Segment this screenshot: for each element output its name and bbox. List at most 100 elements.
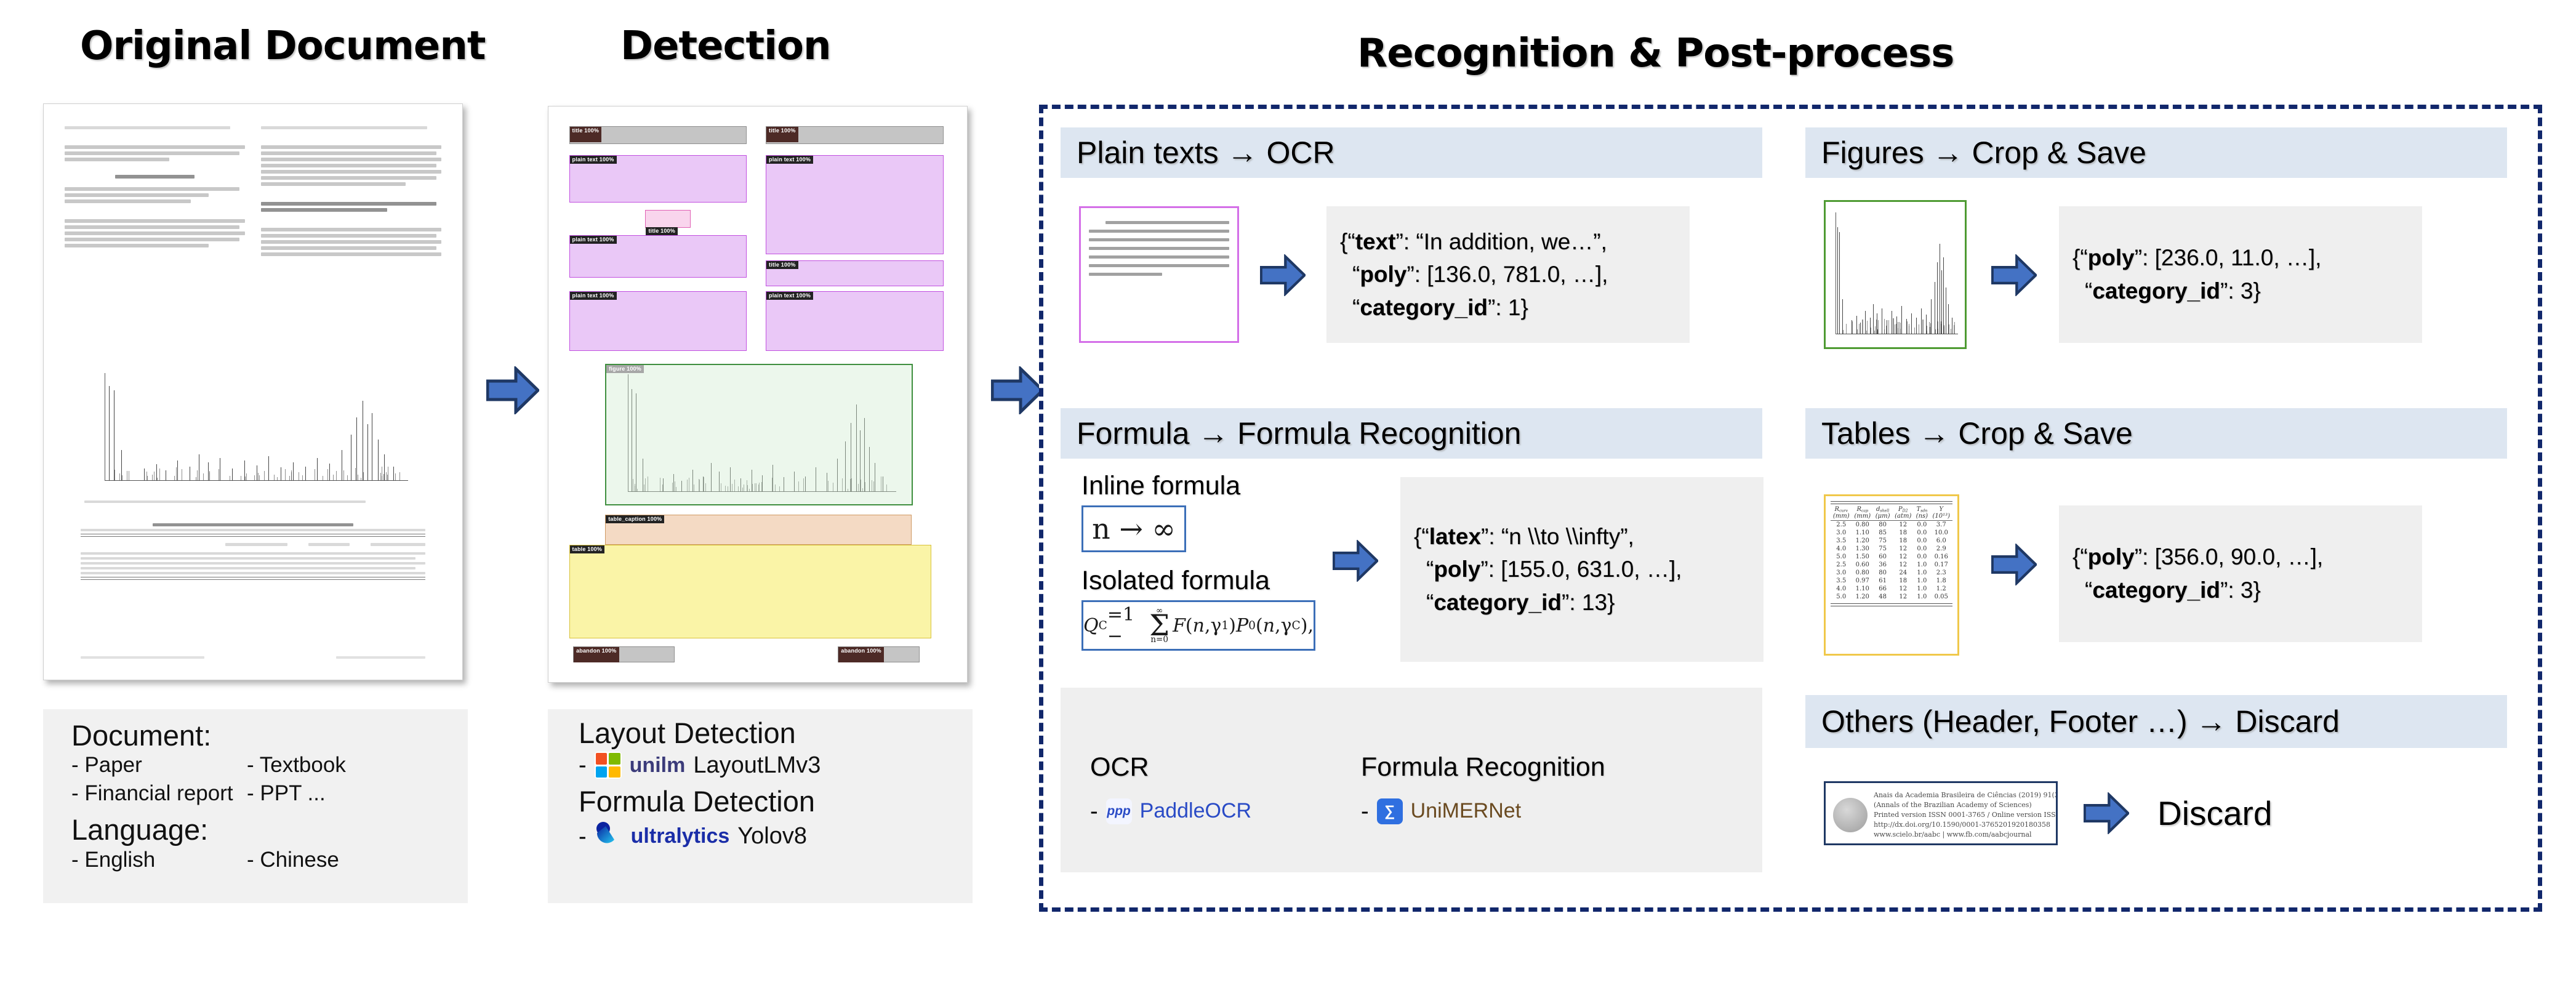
crop-table-cell: 0.60 — [1852, 561, 1874, 569]
language-item-chinese: - Chinese — [247, 848, 339, 872]
crop-table-cell: 66 — [1873, 585, 1892, 593]
crop-table-cell: 4.0 — [1831, 545, 1852, 553]
crop-header-footer[interactable]: Anais da Academia Brasileira de Ciências… — [1824, 781, 2058, 845]
section-title-plain-texts: Plain texts → OCR — [1077, 135, 1335, 171]
crop-table-row: 5.0 1.50 60 12 0.0 0.16 — [1831, 553, 1952, 561]
detection-tag-title-left: title 100% — [570, 127, 602, 142]
crop-table-row: 3.5 1.20 75 18 0.0 6.0 — [1831, 537, 1952, 545]
json-line-text: {“text”: “In addition, we…”, — [1340, 225, 1676, 259]
detection-box-table-caption[interactable]: table_caption 100% — [605, 515, 912, 545]
crop-table-cell: 0.0 — [1914, 545, 1930, 553]
json-line-formula-category-id: “category_id”: 13} — [1414, 586, 1750, 619]
document-item-textbook: - Textbook — [247, 753, 346, 778]
crop-table-cell: 5.0 — [1831, 553, 1852, 561]
crop-figure[interactable] — [1824, 200, 1967, 349]
json-line-table-category-id: “category_id”: 3} — [2072, 574, 2409, 607]
detection-box-figure[interactable]: figure 100% — [605, 364, 913, 506]
crop-table-cell: 1.0 — [1914, 593, 1930, 601]
detection-box-title-saline[interactable]: title 100% — [766, 260, 944, 286]
crop-table-cell: 75 — [1873, 537, 1892, 545]
language-heading: Language: — [71, 814, 468, 845]
crop-table-cell: 48 — [1873, 593, 1892, 601]
detection-tag-table: table 100% — [570, 545, 605, 553]
detection-box-abandon-left[interactable]: abandon 100% — [573, 646, 675, 662]
crop-table-cell: 3.0 — [1831, 569, 1852, 577]
ultralytics-logo-icon — [595, 821, 623, 853]
crop-table-cell: 1.30 — [1852, 545, 1874, 553]
detection-tag-table-caption: table_caption 100% — [606, 515, 664, 523]
json-output-table: {“poly”: [356.0, 90.0, …], “category_id”… — [2059, 505, 2422, 642]
detection-box-title-results[interactable]: title 100% — [645, 210, 691, 228]
original-figure-caption — [84, 498, 365, 505]
models-footer-box: OCR - ppp PaddleOCR Formula Recognition … — [1061, 688, 1762, 872]
crop-figure-chart — [1826, 202, 1965, 347]
detection-tag-plain-text-4: plain text 100% — [766, 156, 813, 164]
flow-arrow-2 — [991, 366, 1044, 414]
original-document-page — [43, 103, 463, 680]
detection-box-plain-text-1[interactable]: plain text 100% — [569, 155, 747, 202]
crop-table-cell: 75 — [1873, 545, 1892, 553]
section-header-plain-texts: Plain texts → OCR — [1061, 127, 1762, 178]
header-footer-line: http://dx.doi.org/10.1590/0001-376520192… — [1874, 820, 2058, 830]
detection-box-abandon-right[interactable]: abandon 100% — [838, 646, 919, 662]
layout-model-label: LayoutLMv3 — [693, 752, 821, 779]
crop-table-header: Tsdn (ns) — [1914, 505, 1930, 521]
detection-tag-plain-text-2: plain text 100% — [570, 236, 617, 244]
crop-table-cell: 1.20 — [1852, 593, 1874, 601]
crop-isolated-formula[interactable]: Q C =1 − ∞ Σn=0 F(n ,γ 1) P 0(n ,γ C), — [1081, 600, 1315, 651]
layout-detection-heading: Layout Detection — [579, 718, 973, 748]
crop-table-cell: 18 — [1892, 577, 1914, 585]
detection-box-plain-text-2[interactable]: plain text 100% — [569, 235, 747, 278]
detection-box-plain-text-3[interactable]: plain text 100% — [569, 291, 747, 351]
crop-table-cell: 10.0 — [1930, 529, 1952, 537]
crop-plain-text[interactable] — [1079, 206, 1239, 343]
detection-box-title-left[interactable]: title 100% — [569, 126, 747, 144]
layout-bullet-dash: - — [579, 754, 587, 777]
detection-box-table[interactable]: table 100% — [569, 545, 932, 638]
column-title-original: Original Document — [80, 23, 485, 69]
formula-brand-label: ultralytics — [631, 824, 730, 848]
detection-tag-plain-text-3: plain text 100% — [570, 292, 617, 300]
document-heading: Document: — [71, 720, 468, 750]
crop-table-content: Rcurv (mm) Rcap (mm) dshell (μm) PD2 (atm) Tsdn(… — [1826, 496, 1957, 611]
detection-tag-title-saline: title 100% — [766, 261, 798, 269]
section-header-others: Others (Header, Footer …) → Discard — [1805, 695, 2507, 748]
detection-tag-title-right: title 100% — [766, 127, 798, 142]
crop-table-cell: 12 — [1892, 593, 1914, 601]
flow-arrow-1 — [486, 366, 539, 414]
crop-table-cell: 61 — [1873, 577, 1892, 585]
crop-table-cell: 0.80 — [1852, 569, 1874, 577]
json-line-latex: {“latex”: “n \\to \\infty”, — [1414, 520, 1750, 553]
crop-table-cell: 1.0 — [1914, 585, 1930, 593]
crop-table[interactable]: Rcurv (mm) Rcap (mm) dshell (μm) PD2 (atm) Tsdn(… — [1824, 494, 1959, 656]
json-output-plain-text: {“text”: “In addition, we…”, “poly”: [13… — [1326, 206, 1690, 343]
crop-table-row: 3.5 0.97 61 18 1.0 1.8 — [1831, 577, 1952, 585]
crop-table-row: 2.5 0.80 80 12 0.0 3.7 — [1831, 521, 1952, 529]
crop-inline-formula[interactable]: n → ∞ — [1081, 505, 1186, 552]
crop-table-cell: 0.0 — [1914, 553, 1930, 561]
crop-table-cell: 1.10 — [1852, 529, 1874, 537]
crop-table-cell: 0.80 — [1852, 521, 1874, 529]
detection-box-plain-text-5[interactable]: plain text 100% — [766, 291, 944, 351]
crop-table-cell: 0.16 — [1930, 553, 1952, 561]
section-title-figures: Figures → Crop & Save — [1821, 135, 2146, 171]
crop-table-cell: 85 — [1873, 529, 1892, 537]
detection-box-plain-text-4[interactable]: plain text 100% — [766, 155, 944, 254]
ocr-bullet-dash: - — [1090, 800, 1098, 823]
crop-plain-text-content — [1081, 208, 1237, 289]
detection-tag-abandon-left: abandon 100% — [574, 647, 619, 662]
crop-table-cell: 3.5 — [1831, 577, 1852, 585]
crop-table-cell: 12 — [1892, 553, 1914, 561]
detection-tag-abandon-right: abandon 100% — [838, 647, 883, 662]
section-header-formula: Formula → Formula Recognition — [1061, 408, 1762, 459]
crop-table-cell: 0.0 — [1914, 521, 1930, 529]
crop-table-cell: 3.5 — [1831, 537, 1852, 545]
crop-table-cell: 5.0 — [1831, 593, 1852, 601]
crop-table-cell: 1.0 — [1914, 561, 1930, 569]
detection-tag-plain-text-1: plain text 100% — [570, 156, 617, 164]
json-line-table-poly: {“poly”: [356.0, 90.0, …], — [2072, 541, 2409, 574]
column-title-detection: Detection — [620, 23, 831, 69]
crop-table-cell: 2.9 — [1930, 545, 1952, 553]
arrow-discard — [2084, 792, 2129, 834]
detection-box-title-right[interactable]: title 100% — [766, 126, 944, 144]
